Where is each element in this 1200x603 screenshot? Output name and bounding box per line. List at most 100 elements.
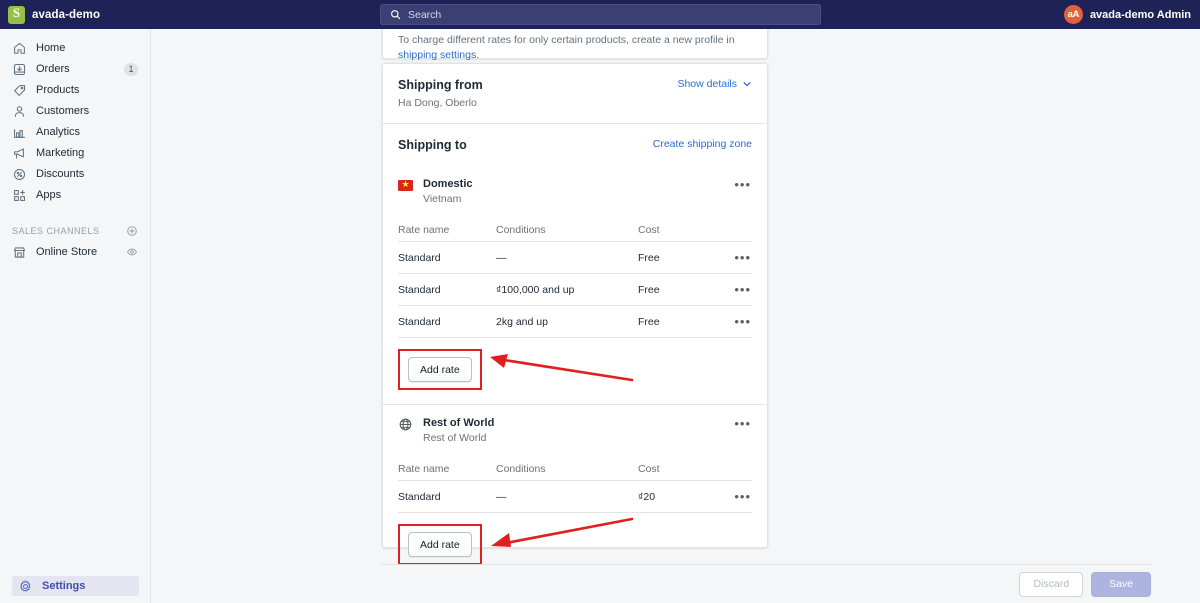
annotation-arrow bbox=[490, 354, 634, 382]
sales-channels-header: SALES CHANNELS bbox=[12, 223, 138, 239]
sales-channels-title: SALES CHANNELS bbox=[12, 226, 100, 236]
zone-name: Domestic bbox=[423, 178, 473, 190]
rate-name: Standard bbox=[398, 315, 441, 328]
search-placeholder: Search bbox=[408, 8, 442, 21]
sidebar-item-label: Home bbox=[36, 42, 66, 54]
shipping-zone-rest-of-world: Rest of World Rest of World ••• Rate nam… bbox=[383, 405, 767, 579]
gear-icon bbox=[20, 579, 31, 591]
zone-menu-ellipsis-icon[interactable]: ••• bbox=[733, 417, 752, 431]
col-rate-name: Rate name bbox=[398, 224, 450, 236]
table-row: Standard ₫100,000 and up Free ••• bbox=[398, 274, 752, 305]
sidebar-item-online-store[interactable]: Online Store bbox=[6, 242, 144, 262]
create-shipping-zone-link[interactable]: Create shipping zone bbox=[653, 138, 752, 150]
rate-cost: Free bbox=[638, 251, 660, 264]
search-input[interactable]: Search bbox=[380, 4, 821, 25]
sidebar-item-orders[interactable]: Orders 1 bbox=[6, 59, 144, 79]
discard-button[interactable]: Discard bbox=[1019, 571, 1084, 597]
rate-menu-ellipsis-icon[interactable]: ••• bbox=[733, 283, 752, 297]
col-cost: Cost bbox=[638, 224, 660, 236]
shipping-from-title: Shipping from bbox=[398, 78, 483, 92]
vietnam-flag-icon bbox=[398, 177, 413, 191]
annotation-highlight-box: Add rate bbox=[398, 524, 482, 565]
sidebar-item-label: Products bbox=[36, 84, 80, 96]
avatar: aA bbox=[1063, 5, 1083, 24]
sidebar-item-analytics[interactable]: Analytics bbox=[6, 122, 144, 142]
show-details-button[interactable]: Show details bbox=[677, 78, 752, 90]
sidebar-item-products[interactable]: Products bbox=[6, 80, 144, 100]
home-icon bbox=[14, 42, 25, 54]
save-button[interactable]: Save bbox=[1091, 571, 1151, 597]
sidebar-item-customers[interactable]: Customers bbox=[6, 101, 144, 121]
shipping-to-section: Shipping to Create shipping zone bbox=[383, 124, 767, 166]
rate-name: Standard bbox=[398, 490, 441, 503]
col-conditions: Conditions bbox=[496, 224, 546, 236]
rate-conditions: 2kg and up bbox=[496, 315, 548, 328]
rate-menu-ellipsis-icon[interactable]: ••• bbox=[733, 490, 752, 504]
search-wrapper: Search bbox=[380, 4, 821, 25]
sidebar-item-label: Marketing bbox=[36, 147, 85, 159]
shipping-card: Shipping from Show details Ha Dong, Ober… bbox=[382, 63, 768, 565]
sidebar-item-label: Settings bbox=[42, 580, 86, 592]
rate-table-rest-of-world: Rate name Conditions Cost Standard — ₫20… bbox=[398, 458, 752, 513]
zone-countries: Rest of World bbox=[423, 432, 487, 444]
col-conditions: Conditions bbox=[496, 463, 546, 475]
sidebar-item-home[interactable]: Home bbox=[6, 38, 144, 58]
main-content: To charge different rates for only certa… bbox=[151, 29, 1200, 603]
search-icon bbox=[391, 10, 401, 20]
eye-icon[interactable] bbox=[126, 246, 138, 258]
rate-menu-ellipsis-icon[interactable]: ••• bbox=[733, 251, 752, 265]
globe-icon bbox=[399, 418, 412, 431]
rate-conditions: — bbox=[496, 490, 507, 503]
main-nav: Home Orders 1 Products Customers Analyti… bbox=[0, 29, 150, 205]
sidebar-item-apps[interactable]: Apps bbox=[6, 185, 144, 205]
sidebar-item-discounts[interactable]: Discounts bbox=[6, 164, 144, 184]
sidebar-item-label: Customers bbox=[36, 105, 90, 117]
col-rate-name: Rate name bbox=[398, 463, 450, 475]
notice-text: To charge different rates for only certa… bbox=[383, 29, 767, 63]
user-menu[interactable]: aA avada-demo Admin bbox=[1063, 0, 1191, 29]
shipping-zone-domestic: Domestic Vietnam ••• Rate name Condition… bbox=[383, 166, 767, 404]
storefront-icon bbox=[13, 246, 26, 258]
sidebar-item-marketing[interactable]: Marketing bbox=[6, 143, 144, 163]
top-bar: avada-demo Search aA avada-demo Admin bbox=[0, 0, 1200, 29]
orders-badge: 1 bbox=[124, 62, 138, 76]
col-cost: Cost bbox=[638, 463, 660, 475]
shopify-bag-icon bbox=[8, 5, 25, 24]
shipping-profile-notice-card: To charge different rates for only certa… bbox=[382, 29, 768, 61]
rate-cost: Free bbox=[638, 315, 660, 328]
store-name: avada-demo bbox=[32, 8, 101, 21]
plus-circle-icon[interactable] bbox=[126, 225, 138, 237]
user-name: avada-demo Admin bbox=[1089, 8, 1191, 21]
rate-cost: ₫20 bbox=[638, 490, 656, 503]
show-details-label[interactable]: Show details bbox=[677, 78, 737, 90]
rate-menu-ellipsis-icon[interactable]: ••• bbox=[733, 315, 752, 329]
sidebar: Home Orders 1 Products Customers Analyti… bbox=[0, 29, 151, 603]
rate-table-domestic: Rate name Conditions Cost Standard — Fre… bbox=[398, 219, 752, 338]
apps-grid-icon bbox=[14, 189, 25, 201]
zone-menu-ellipsis-icon[interactable]: ••• bbox=[733, 178, 752, 192]
settings-row: Settings bbox=[0, 576, 151, 597]
shipping-settings-link[interactable]: shipping settings bbox=[398, 49, 476, 61]
table-row: Standard 2kg and up Free ••• bbox=[398, 306, 752, 337]
zone-countries: Vietnam bbox=[423, 193, 462, 205]
page-actions-footer: Discard Save bbox=[382, 564, 1151, 603]
tag-icon bbox=[14, 84, 26, 96]
bar-chart-icon bbox=[14, 128, 25, 138]
table-row: Standard — ₫20 ••• bbox=[398, 481, 752, 512]
shipping-from-address: Ha Dong, Oberlo bbox=[398, 97, 477, 109]
brand[interactable]: avada-demo bbox=[0, 5, 151, 24]
annotation-highlight-box: Add rate bbox=[398, 349, 482, 390]
table-header-row: Rate name Conditions Cost bbox=[398, 219, 752, 241]
rate-conditions: — bbox=[496, 251, 507, 264]
person-icon bbox=[14, 105, 25, 117]
zone-name: Rest of World bbox=[423, 417, 495, 429]
shipping-to-title: Shipping to bbox=[398, 138, 467, 152]
add-rate-button[interactable]: Add rate bbox=[408, 357, 472, 382]
rate-cost: Free bbox=[638, 283, 660, 296]
table-row: Standard — Free ••• bbox=[398, 242, 752, 273]
sidebar-item-settings[interactable]: Settings bbox=[12, 576, 139, 596]
sidebar-item-label: Apps bbox=[36, 189, 62, 201]
add-rate-button[interactable]: Add rate bbox=[408, 532, 472, 557]
notice-text-before: To charge different rates for only certa… bbox=[398, 34, 735, 46]
rate-name: Standard bbox=[398, 283, 441, 296]
